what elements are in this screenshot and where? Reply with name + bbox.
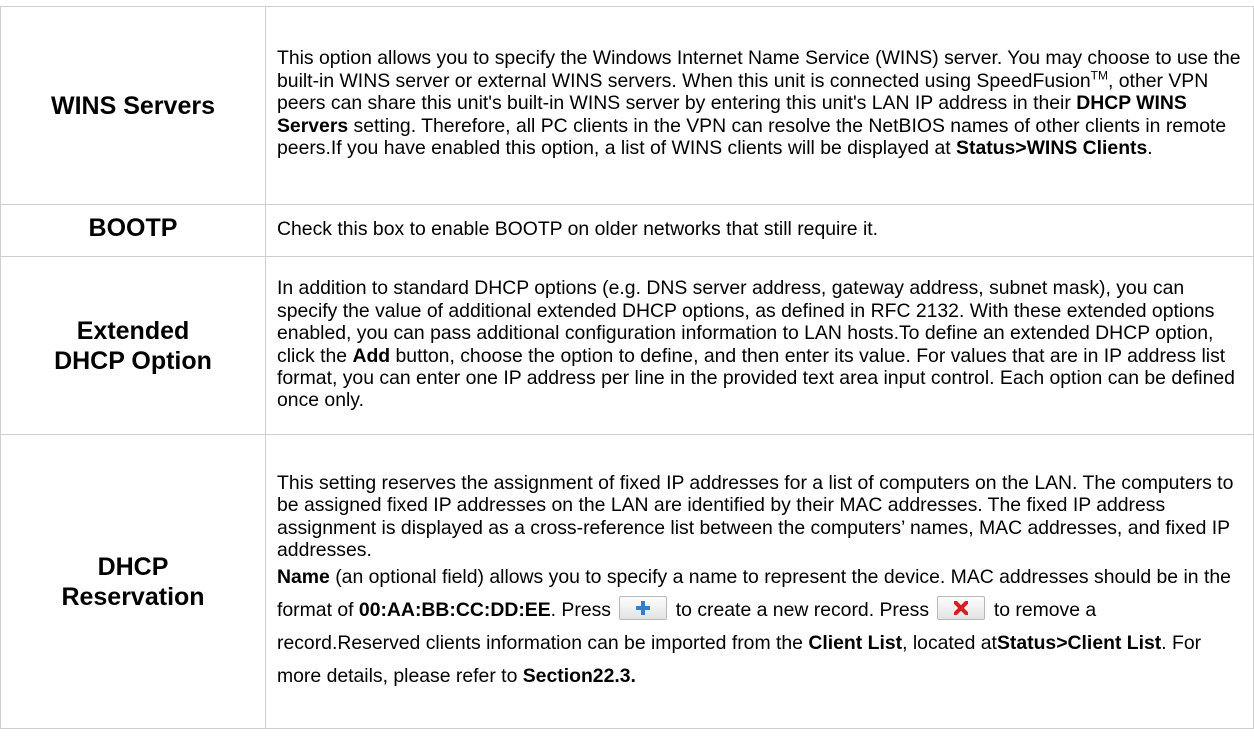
table-row: Extended DHCP Option In addition to stan… [0,256,1254,435]
desc-bold: Status>WINS Clients [956,137,1148,160]
row-description-extended-dhcp-option: In addition to standard DHCP options (e.… [265,256,1254,435]
row-description-bootp: Check this box to enable BOOTP on older … [265,204,1254,257]
desc-text: . [1147,137,1153,160]
desc-bold: 00:AA:BB:CC:DD:EE [358,599,551,622]
label-line: Extended [76,316,190,345]
row-label-extended-dhcp-option: Extended DHCP Option [0,256,266,435]
table-row: WINS Servers This option allows you to s… [0,6,1254,205]
table-row: BOOTP Check this box to enable BOOTP on … [0,204,1254,257]
desc-text: This setting reserves the assignment of … [277,471,1234,561]
label-text: WINS Servers [51,91,215,120]
plus-icon [636,601,651,616]
desc-paragraph: Name (an optional field) allows you to s… [277,561,1243,693]
desc-bold: Section22.3. [522,665,636,688]
settings-table: WINS Servers This option allows you to s… [0,6,1254,729]
row-description-dhcp-reservation: This setting reserves the assignment of … [265,434,1254,729]
desc-text: . Press [550,599,617,622]
add-record-button[interactable] [619,596,668,621]
label-line: Reservation [61,582,205,611]
label-line: DHCP [97,552,169,581]
label-line: DHCP Option [54,346,212,375]
x-icon [954,601,969,616]
row-label-dhcp-reservation: DHCP Reservation [0,434,266,729]
desc-text: Check this box to enable BOOTP on older … [277,218,879,241]
row-label-bootp: BOOTP [0,204,266,257]
row-label-wins-servers: WINS Servers [0,6,266,205]
remove-record-button[interactable] [937,596,986,621]
desc-bold: Client List [808,632,903,655]
desc-text: to create a new record. Press [670,599,935,622]
desc-paragraph: This setting reserves the assignment of … [277,472,1243,562]
desc-bold: Status>Client List [996,632,1162,655]
row-description-wins-servers: This option allows you to specify the Wi… [265,6,1254,205]
desc-text: , located at [902,632,997,655]
desc-bold: Add [352,344,391,367]
desc-text: button, choose the option to define, and… [277,344,1235,412]
table-row: DHCP Reservation This setting reserves t… [0,434,1254,729]
desc-bold: Name [277,566,330,589]
label-text: BOOTP [88,214,178,242]
trademark: TM [1090,68,1108,83]
